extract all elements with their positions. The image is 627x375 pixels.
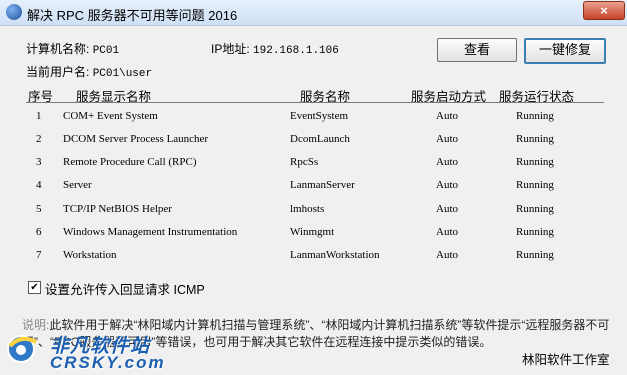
service-name: LanmanServer bbox=[290, 179, 355, 191]
window-title: 解决 RPC 服务器不可用等问题 2016 bbox=[27, 8, 238, 23]
run-status: Running bbox=[516, 110, 554, 122]
one-click-fix-button[interactable]: 一键修复 bbox=[524, 38, 606, 64]
title-bar: 解决 RPC 服务器不可用等问题 2016 × bbox=[0, 0, 627, 26]
start-type: Auto bbox=[436, 226, 458, 238]
watermark: 非凡软件站 CRSKY.com bbox=[0, 328, 170, 375]
service-display-name: Remote Procedure Call (RPC) bbox=[63, 156, 197, 168]
start-type: Auto bbox=[436, 133, 458, 145]
run-status: Running bbox=[516, 156, 554, 168]
app-icon bbox=[6, 4, 22, 20]
table-row: 6 Windows Management Instrumentation Win… bbox=[0, 226, 627, 249]
row-number: 2 bbox=[36, 133, 42, 145]
row-number: 7 bbox=[36, 249, 42, 261]
service-display-name: Server bbox=[63, 179, 92, 191]
row-number: 6 bbox=[36, 226, 42, 238]
service-name: LanmanWorkstation bbox=[290, 249, 380, 261]
run-status: Running bbox=[516, 249, 554, 261]
start-type: Auto bbox=[436, 156, 458, 168]
company-name: 林阳软件工作室 bbox=[522, 353, 610, 367]
user-row: 当前用户名: PC01\user bbox=[26, 63, 152, 80]
table-row: 5 TCP/IP NetBIOS Helper lmhosts Auto Run… bbox=[0, 203, 627, 226]
allow-icmp-checkbox[interactable]: ✔ bbox=[28, 281, 41, 294]
run-status: Running bbox=[516, 133, 554, 145]
service-display-name: COM+ Event System bbox=[63, 110, 158, 122]
service-display-name: TCP/IP NetBIOS Helper bbox=[63, 203, 172, 215]
computer-name-row: 计算机名称: PC01 bbox=[26, 40, 119, 57]
user-value: PC01\user bbox=[92, 68, 153, 80]
table-row: 1 COM+ Event System EventSystem Auto Run… bbox=[0, 110, 627, 133]
start-type: Auto bbox=[436, 203, 458, 215]
watermark-en: CRSKY.com bbox=[50, 353, 166, 372]
watermark-logo-icon bbox=[7, 335, 37, 363]
start-type: Auto bbox=[436, 110, 458, 122]
service-name: DcomLaunch bbox=[290, 133, 350, 145]
computer-name-value: PC01 bbox=[92, 45, 120, 57]
run-status: Running bbox=[516, 179, 554, 191]
table-row: 4 Server LanmanServer Auto Running bbox=[0, 179, 627, 202]
query-button[interactable]: 查看 bbox=[437, 38, 517, 62]
table-row: 2 DCOM Server Process Launcher DcomLaunc… bbox=[0, 133, 627, 156]
service-display-name: Windows Management Instrumentation bbox=[63, 226, 238, 238]
table-row: 3 Remote Procedure Call (RPC) RpcSs Auto… bbox=[0, 156, 627, 179]
service-display-name: DCOM Server Process Launcher bbox=[63, 133, 209, 145]
ip-row: IP地址: 192.168.1.106 bbox=[211, 40, 339, 57]
run-status: Running bbox=[516, 226, 554, 238]
ip-label: IP地址: bbox=[211, 42, 250, 56]
row-number: 1 bbox=[36, 110, 42, 122]
row-number: 3 bbox=[36, 156, 42, 168]
header-divider bbox=[26, 102, 604, 103]
service-display-name: Workstation bbox=[63, 249, 117, 261]
service-name: EventSystem bbox=[290, 110, 349, 122]
service-name: RpcSs bbox=[290, 156, 319, 168]
table-row: 7 Workstation LanmanWorkstation Auto Run… bbox=[0, 249, 627, 272]
row-number: 4 bbox=[36, 179, 42, 191]
row-number: 5 bbox=[36, 203, 42, 215]
start-type: Auto bbox=[436, 249, 458, 261]
allow-icmp-label[interactable]: 设置允许传入回显请求 ICMP bbox=[45, 279, 205, 298]
close-button[interactable]: × bbox=[583, 1, 625, 20]
ip-value: 192.168.1.106 bbox=[253, 45, 339, 57]
run-status: Running bbox=[516, 203, 554, 215]
service-name: Winmgmt bbox=[290, 226, 335, 238]
computer-name-label: 计算机名称: bbox=[26, 42, 90, 56]
service-name: lmhosts bbox=[290, 203, 325, 215]
start-type: Auto bbox=[436, 179, 458, 191]
user-label: 当前用户名: bbox=[26, 65, 90, 79]
